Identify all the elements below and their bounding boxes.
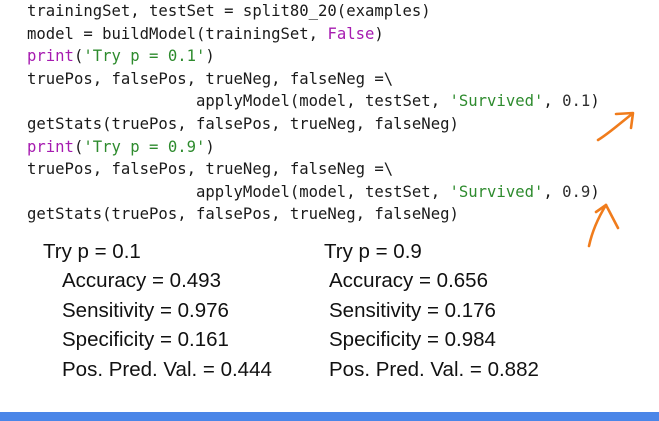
code-token: 'Survived' xyxy=(449,92,544,111)
code-token: 'Try p = 0.9' xyxy=(83,137,206,156)
code-line: model = buildModel(trainingSet, False) xyxy=(27,23,600,46)
code-token: truePos, falsePos, trueNeg, falseNeg =\ xyxy=(27,69,394,88)
code-token: , xyxy=(543,92,563,111)
code-token: 'Try p = 0.1' xyxy=(83,47,206,66)
code-line: print('Try p = 0.1') xyxy=(27,45,600,68)
code-token: getStats(truePos, falsePos, trueNeg, fal… xyxy=(27,205,459,224)
code-line: truePos, falsePos, trueNeg, falseNeg =\ xyxy=(27,68,600,91)
hand-drawn-arrow-icon xyxy=(596,111,635,142)
code-token: ) xyxy=(590,182,600,201)
code-token: ) xyxy=(590,92,600,111)
sensitivity-value: Sensitivity = 0.176 xyxy=(329,298,496,322)
slide-bottom-bar xyxy=(0,412,659,421)
code-token: ) xyxy=(205,47,215,66)
code-token: truePos, falsePos, trueNeg, falseNeg =\ xyxy=(27,160,394,179)
slide: trainingSet, testSet = split80_20(exampl… xyxy=(0,0,659,421)
code-block: trainingSet, testSet = split80_20(exampl… xyxy=(27,0,600,226)
specificity-value: Specificity = 0.984 xyxy=(329,328,496,352)
code-token: 0.9 xyxy=(562,182,591,201)
code-token: applyModel(model, testSet, xyxy=(27,92,450,111)
code-line: applyModel(model, testSet, 'Survived', 0… xyxy=(27,181,600,204)
code-token: print xyxy=(27,137,74,156)
code-token: trainingSet, testSet = split80_20(exampl… xyxy=(27,2,431,20)
code-token: , xyxy=(543,182,563,201)
ppv-value: Pos. Pred. Val. = 0.444 xyxy=(62,357,272,381)
results-title: Try p = 0.9 xyxy=(324,240,422,263)
code-token: 0.1 xyxy=(562,92,591,111)
results-p-0-9: Try p = 0.9 Accuracy = 0.656 Sensitivity… xyxy=(324,237,539,384)
accuracy-value: Accuracy = 0.656 xyxy=(329,269,488,293)
code-token: ) xyxy=(374,24,384,43)
accuracy-value: Accuracy = 0.493 xyxy=(62,269,221,293)
code-line: truePos, falsePos, trueNeg, falseNeg =\ xyxy=(27,158,600,181)
code-token: print xyxy=(27,47,74,66)
specificity-value: Specificity = 0.161 xyxy=(62,328,229,352)
results-p-0-1: Try p = 0.1 Accuracy = 0.493 Sensitivity… xyxy=(43,237,272,384)
code-line: applyModel(model, testSet, 'Survived', 0… xyxy=(27,90,600,113)
code-line: trainingSet, testSet = split80_20(exampl… xyxy=(27,0,600,23)
code-token: ( xyxy=(73,137,84,156)
code-token: ) xyxy=(205,137,215,156)
code-token: 'Survived' xyxy=(449,182,544,201)
sensitivity-value: Sensitivity = 0.976 xyxy=(62,298,229,322)
code-line: getStats(truePos, falsePos, trueNeg, fal… xyxy=(27,113,600,136)
code-token: ( xyxy=(73,47,84,66)
code-line: getStats(truePos, falsePos, trueNeg, fal… xyxy=(27,203,600,226)
code-line: print('Try p = 0.9') xyxy=(27,136,600,159)
code-token: applyModel(model, testSet, xyxy=(27,182,450,201)
code-token: model = buildModel(trainingSet, xyxy=(27,24,328,43)
results-title: Try p = 0.1 xyxy=(43,240,141,263)
code-token: getStats(truePos, falsePos, trueNeg, fal… xyxy=(27,114,459,133)
ppv-value: Pos. Pred. Val. = 0.882 xyxy=(329,357,539,381)
code-token: False xyxy=(327,24,375,43)
